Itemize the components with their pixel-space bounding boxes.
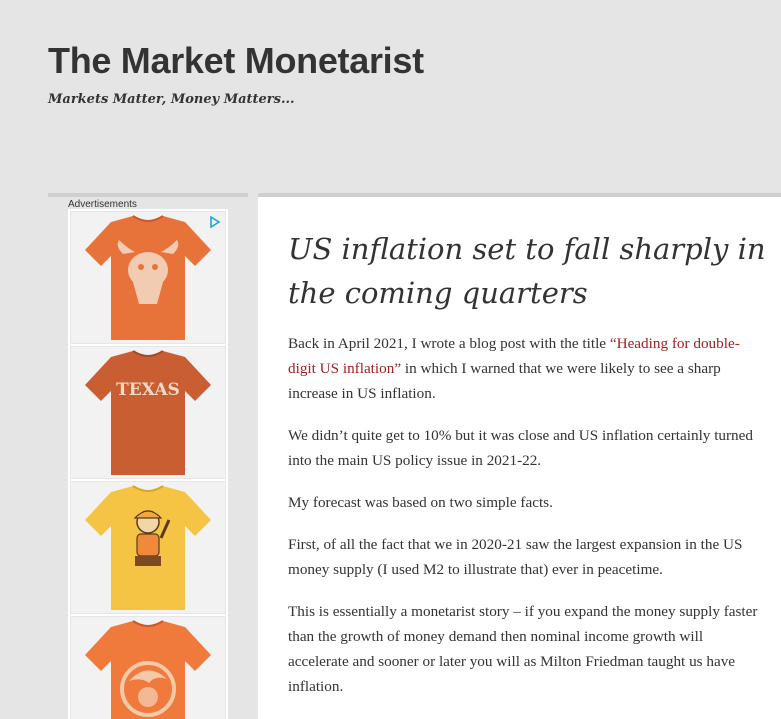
tshirt-mascot-image bbox=[85, 485, 211, 610]
post-paragraph-3: My forecast was based on two simple fact… bbox=[288, 494, 553, 511]
post-paragraph-1-text-a: Back in April 2021, I wrote a blog post … bbox=[288, 335, 610, 352]
tshirt-texas-text: TEXAS bbox=[116, 380, 180, 400]
tshirt-texas-image: TEXAS bbox=[85, 350, 211, 475]
post-paragraph-2: We didn’t quite get to 10% but it was cl… bbox=[288, 427, 753, 469]
post-paragraph-1: Back in April 2021, I wrote a blog post … bbox=[288, 331, 763, 406]
post-body: Back in April 2021, I wrote a blog post … bbox=[288, 331, 763, 716]
site-tagline: Markets Matter, Money Matters... bbox=[48, 92, 295, 107]
ad-tshirt-longhorn[interactable] bbox=[70, 211, 226, 344]
ad-tshirt-mascot[interactable] bbox=[70, 481, 226, 614]
adchoices-icon[interactable] bbox=[208, 215, 222, 229]
sidebar-divider bbox=[48, 193, 248, 197]
site-title[interactable]: The Market Monetarist bbox=[48, 40, 424, 82]
post-title[interactable]: US inflation set to fall sharply in the … bbox=[288, 227, 768, 315]
post-paragraph-4: First, of all the fact that we in 2020-2… bbox=[288, 536, 743, 578]
ad-block[interactable]: TEXAS bbox=[68, 209, 228, 719]
tshirt-dolphin-image bbox=[85, 620, 211, 719]
ad-tshirt-dolphin[interactable] bbox=[70, 616, 226, 719]
post-paragraph-5: This is essentially a monetarist story –… bbox=[288, 603, 758, 695]
ad-tshirt-texas[interactable]: TEXAS bbox=[70, 346, 226, 479]
post-card: US inflation set to fall sharply in the … bbox=[258, 197, 781, 719]
tshirt-longhorn-image bbox=[85, 215, 211, 340]
